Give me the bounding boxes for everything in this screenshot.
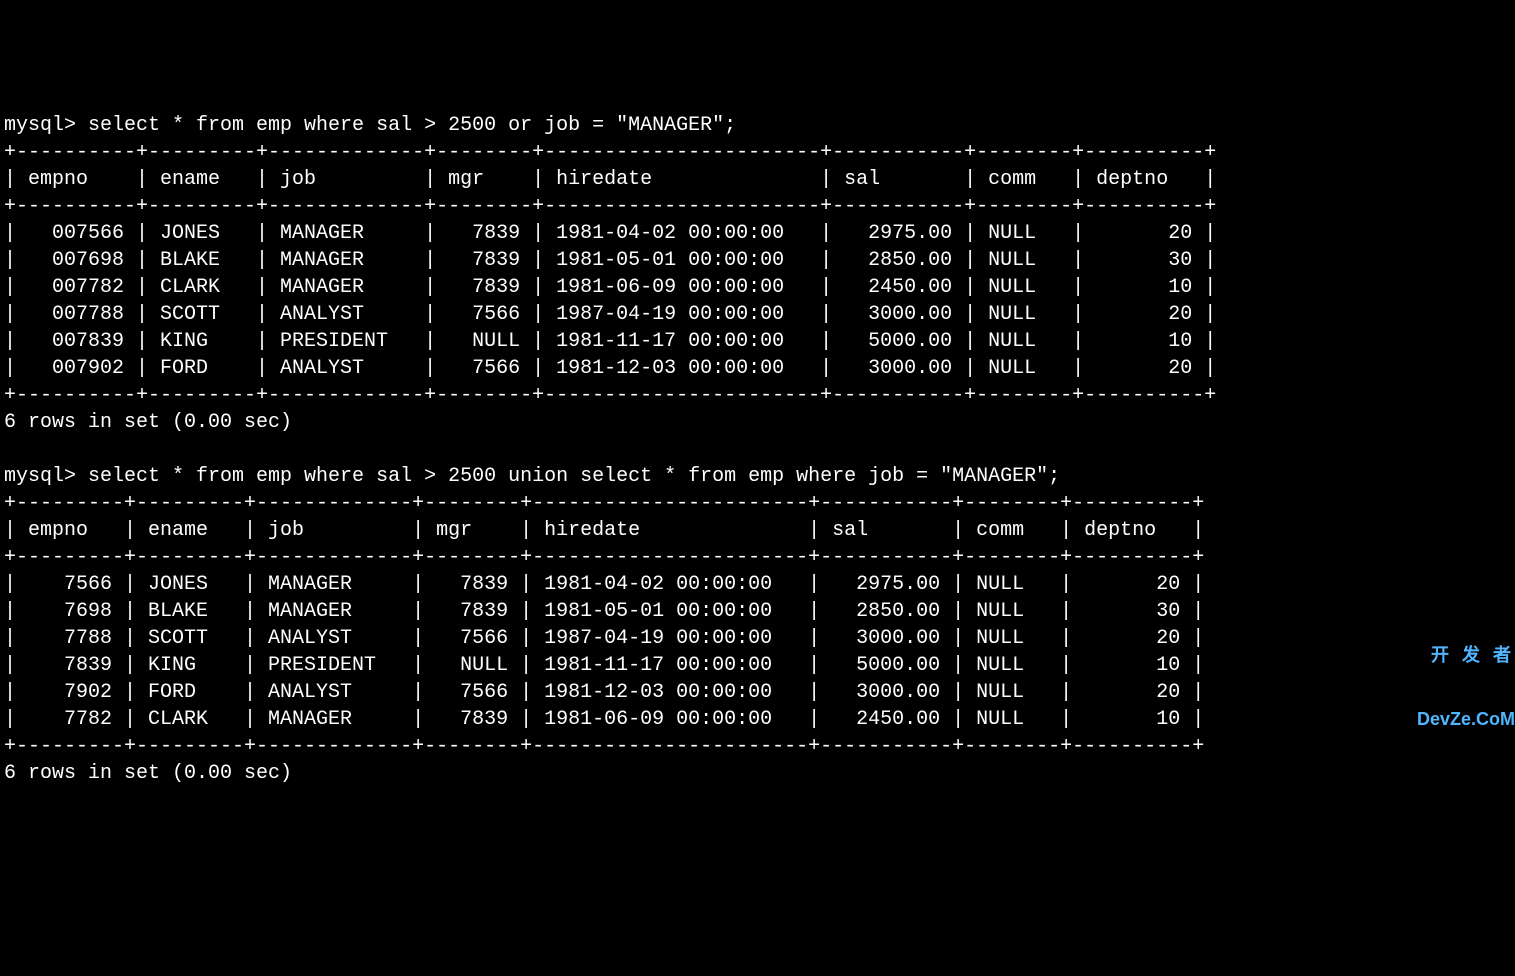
table-row: | 007698 | BLAKE | MANAGER | 7839 | 1981…: [4, 249, 1216, 272]
table-border: +---------+---------+-------------+-----…: [4, 546, 1204, 569]
table-border: +----------+---------+-------------+----…: [4, 195, 1216, 218]
table-row: | 7782 | CLARK | MANAGER | 7839 | 1981-0…: [4, 708, 1204, 731]
table-row: | 7566 | JONES | MANAGER | 7839 | 1981-0…: [4, 573, 1204, 596]
table-row: | 7839 | KING | PRESIDENT | NULL | 1981-…: [4, 654, 1204, 677]
sql-prompt: mysql>: [4, 465, 88, 488]
table-header: | empno | ename | job | mgr | hiredate |…: [4, 168, 1216, 191]
result-status: 6 rows in set (0.00 sec): [4, 762, 292, 785]
table-border: +----------+---------+-------------+----…: [4, 384, 1216, 407]
table-row: | 007566 | JONES | MANAGER | 7839 | 1981…: [4, 222, 1216, 245]
table-row: | 007782 | CLARK | MANAGER | 7839 | 1981…: [4, 276, 1216, 299]
sql-query: select * from emp where sal > 2500 or jo…: [88, 114, 736, 137]
result-status: 6 rows in set (0.00 sec): [4, 411, 292, 434]
table-row: | 007788 | SCOTT | ANALYST | 7566 | 1987…: [4, 303, 1216, 326]
table-row: | 7902 | FORD | ANALYST | 7566 | 1981-12…: [4, 681, 1204, 704]
table-border: +---------+---------+-------------+-----…: [4, 492, 1204, 515]
sql-query: select * from emp where sal > 2500 union…: [88, 465, 1060, 488]
sql-prompt: mysql>: [4, 114, 88, 137]
table-row: | 7698 | BLAKE | MANAGER | 7839 | 1981-0…: [4, 600, 1204, 623]
terminal-output[interactable]: mysql> select * from emp where sal > 250…: [4, 112, 1515, 787]
table-border: +----------+---------+-------------+----…: [4, 141, 1216, 164]
table-header: | empno | ename | job | mgr | hiredate |…: [4, 519, 1204, 542]
table-row: | 007839 | KING | PRESIDENT | NULL | 198…: [4, 330, 1216, 353]
table-row: | 7788 | SCOTT | ANALYST | 7566 | 1987-0…: [4, 627, 1204, 650]
table-border: +---------+---------+-------------+-----…: [4, 735, 1204, 758]
table-row: | 007902 | FORD | ANALYST | 7566 | 1981-…: [4, 357, 1216, 380]
